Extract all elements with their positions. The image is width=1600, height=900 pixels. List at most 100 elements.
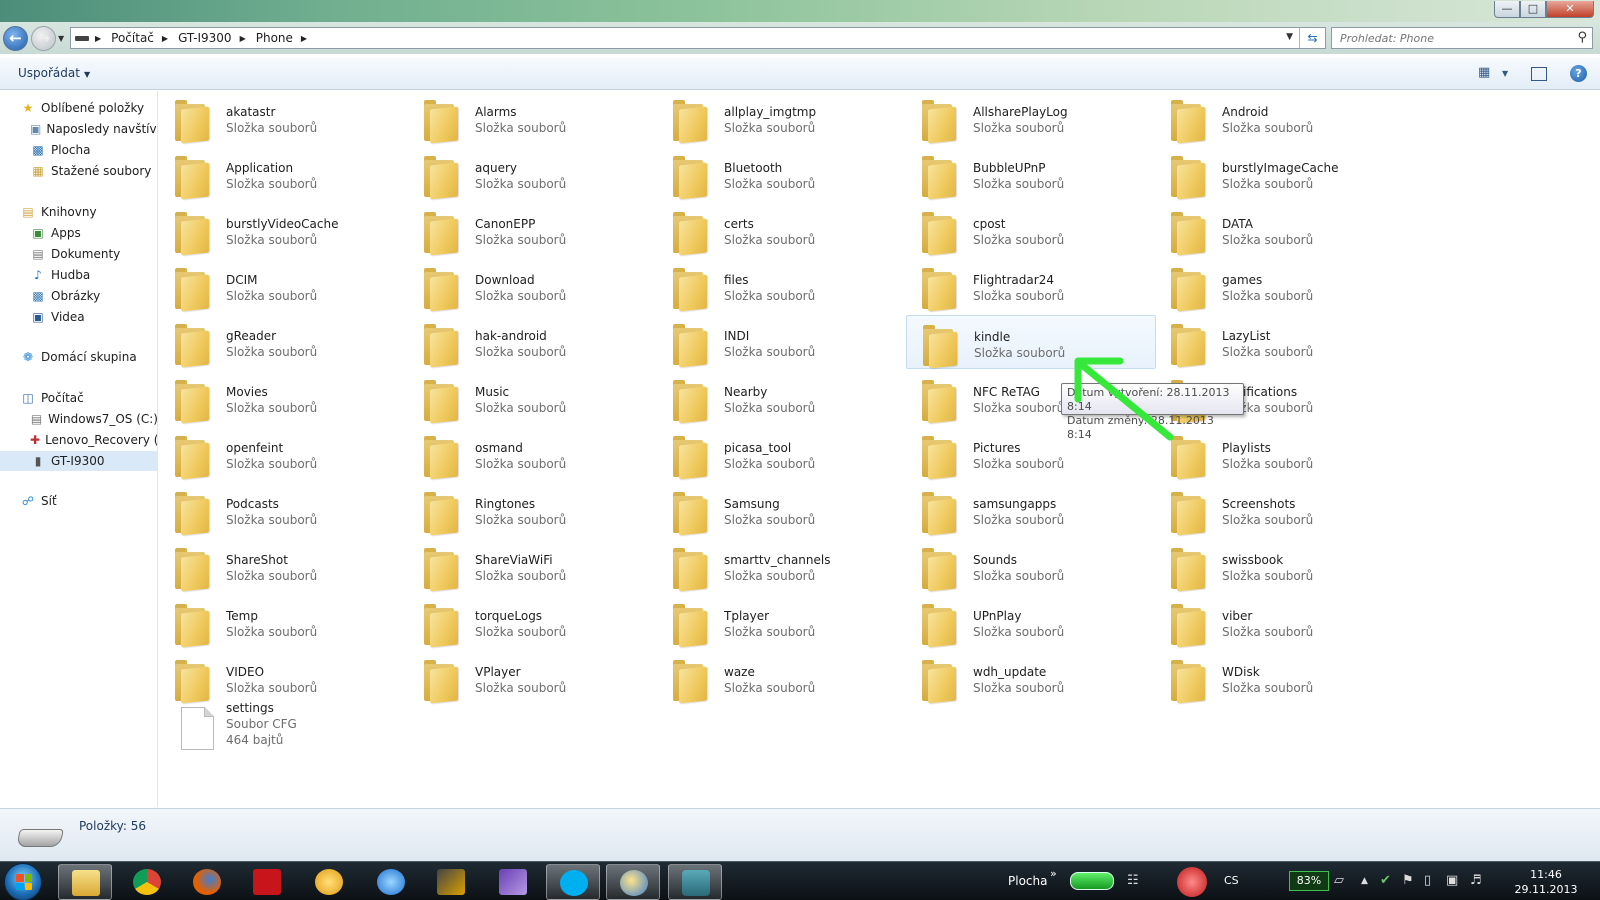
folder-item[interactable]: hak-android Složka souborů — [408, 315, 658, 369]
back-button[interactable]: ← — [3, 26, 28, 51]
desktop-toolbar-label[interactable]: Plocha — [1008, 874, 1047, 888]
folder-item[interactable]: ShareViaWiFi Složka souborů — [408, 539, 658, 593]
start-button[interactable] — [4, 863, 42, 900]
nav-recent-places[interactable]: ▣Naposledy navštívené — [0, 119, 157, 139]
taskbar-itunes[interactable] — [364, 864, 418, 900]
nav-downloads[interactable]: ▦ Stažené soubory — [0, 161, 157, 181]
search-icon[interactable]: ⚲ — [1577, 30, 1587, 45]
taskbar-explorer[interactable] — [58, 864, 112, 900]
security-icon[interactable]: ✔ — [1380, 873, 1391, 888]
folder-item[interactable]: games Složka souborů — [1155, 259, 1405, 313]
folder-item[interactable]: gReader Složka souborů — [159, 315, 409, 369]
clock[interactable]: 11:46 29.11.2013 — [1511, 867, 1581, 897]
breadcrumb-separator-icon[interactable]: ▶ — [162, 34, 168, 43]
organize-button[interactable]: Uspořádat ▼ — [18, 66, 90, 80]
nav-desktop[interactable]: ▩ Plocha — [0, 140, 157, 160]
folder-item[interactable]: viber Složka souborů — [1155, 595, 1405, 649]
folder-item[interactable]: DATA Složka souborů — [1155, 203, 1405, 257]
folder-item[interactable]: ShareShot Složka souborů — [159, 539, 409, 593]
search-input[interactable] — [1332, 28, 1562, 48]
maximize-button[interactable]: □ — [1520, 1, 1546, 18]
taskbar-chrome[interactable] — [120, 864, 174, 900]
folder-item[interactable]: burstlyVideoCache Složka souborů — [159, 203, 409, 257]
nav-pictures[interactable]: ▩ Obrázky — [0, 286, 157, 306]
taskbar-winamp[interactable] — [424, 864, 478, 900]
nav-computer[interactable]: ◫ Počítač — [0, 388, 157, 408]
folder-item[interactable]: swissbook Složka souborů — [1155, 539, 1405, 593]
nav-homegroup[interactable]: ❁ Domácí skupina — [0, 347, 157, 367]
nav-music[interactable]: ♪ Hudba — [0, 265, 157, 285]
taskbar-skype[interactable] — [546, 864, 600, 900]
change-view-icon[interactable]: ▦ — [1478, 65, 1490, 80]
forward-button[interactable]: → — [31, 26, 56, 51]
folder-item[interactable]: allplay_imgtmp Složka souborů — [657, 91, 907, 145]
nav-libraries[interactable]: ▤ Knihovny — [0, 202, 157, 222]
folder-item[interactable]: files Složka souborů — [657, 259, 907, 313]
nav-network[interactable]: ☍ Síť — [0, 491, 157, 511]
taskbar-app-globe[interactable] — [606, 864, 660, 900]
folder-item[interactable]: burstlyImageCache Složka souborů — [1155, 147, 1405, 201]
battery-percent[interactable]: 83% — [1289, 871, 1329, 891]
folder-item[interactable]: Ringtones Složka souborů — [408, 483, 658, 537]
help-icon[interactable]: ? — [1570, 65, 1587, 82]
toolbar-chevron-icon[interactable]: » — [1050, 867, 1057, 880]
volume-icon[interactable]: ♬ — [1470, 873, 1482, 888]
folder-item[interactable]: picasa_tool Složka souborů — [657, 427, 907, 481]
folder-item[interactable]: Alarms Složka souborů — [408, 91, 658, 145]
folder-item[interactable]: INDI Složka souborů — [657, 315, 907, 369]
folder-item[interactable]: AllsharePlayLog Složka souborů — [906, 91, 1156, 145]
language-indicator[interactable]: CS — [1224, 874, 1239, 887]
folder-item[interactable]: osmand Složka souborů — [408, 427, 658, 481]
nav-favorites[interactable]: ★ Oblíbené položky — [0, 98, 157, 118]
folder-item[interactable]: DCIM Složka souborů — [159, 259, 409, 313]
breadcrumb-separator-icon[interactable]: ▶ — [95, 34, 101, 43]
folder-item[interactable]: kindle Složka souborů — [906, 315, 1156, 369]
nav-recovery[interactable]: ✚ Lenovo_Recovery (C — [0, 430, 157, 450]
nav-apps[interactable]: ▣ Apps — [0, 223, 157, 243]
folder-item[interactable]: BubbleUPnP Složka souborů — [906, 147, 1156, 201]
address-bar[interactable]: ▶ Počítač ▶ GT-I9300 ▶ Phone ▶ ▼ ⇆ — [70, 27, 1326, 49]
close-button[interactable]: ✕ — [1546, 1, 1594, 18]
folder-item[interactable]: Podcasts Složka souborů — [159, 483, 409, 537]
taskbar-app-yellow[interactable] — [302, 864, 356, 900]
folder-item[interactable]: waze Složka souborů — [657, 651, 907, 705]
folder-item[interactable]: Tplayer Složka souborů — [657, 595, 907, 649]
search-box[interactable]: ⚲ — [1331, 27, 1593, 49]
refresh-icon[interactable]: ⇆ — [1299, 28, 1325, 48]
folder-item[interactable]: UPnPlay Složka souborů — [906, 595, 1156, 649]
tray-app-icon[interactable] — [1177, 867, 1207, 897]
folder-item[interactable]: LazyList Složka souborů — [1155, 315, 1405, 369]
breadcrumb-phone[interactable]: Phone — [256, 31, 293, 45]
show-hidden-icons[interactable]: ▲ — [1361, 876, 1368, 886]
nav-documents[interactable]: ▤ Dokumenty — [0, 244, 157, 264]
folder-item[interactable]: Android Složka souborů — [1155, 91, 1405, 145]
network-tray-icon[interactable]: ☷ — [1127, 873, 1139, 888]
folder-item[interactable]: Samsung Složka souborů — [657, 483, 907, 537]
folder-item[interactable]: Download Složka souborů — [408, 259, 658, 313]
folder-item[interactable]: VPlayer Složka souborů — [408, 651, 658, 705]
folder-item[interactable]: Screenshots Složka souborů — [1155, 483, 1405, 537]
folder-item[interactable]: smarttv_channels Složka souborů — [657, 539, 907, 593]
power-icon[interactable]: ▱ — [1334, 873, 1344, 888]
network-connection-icon[interactable]: ▣ — [1446, 873, 1458, 888]
breadcrumb-computer[interactable]: Počítač — [111, 31, 154, 45]
taskbar-app-teal[interactable] — [668, 864, 722, 900]
folder-item[interactable]: torqueLogs Složka souborů — [408, 595, 658, 649]
device-tray-icon[interactable]: ▯ — [1424, 873, 1431, 888]
taskbar-visual-studio[interactable] — [486, 864, 540, 900]
folder-item[interactable]: aquery Složka souborů — [408, 147, 658, 201]
breadcrumb-separator-icon[interactable]: ▶ — [240, 34, 246, 43]
folder-item[interactable]: CanonEPP Složka souborů — [408, 203, 658, 257]
taskbar-firefox[interactable] — [180, 864, 234, 900]
folder-item[interactable]: WDisk Složka souborů — [1155, 651, 1405, 705]
view-dropdown-icon[interactable]: ▼ — [1502, 69, 1508, 78]
taskbar-acrobat[interactable] — [240, 864, 294, 900]
breadcrumb-separator-icon[interactable]: ▶ — [301, 34, 307, 43]
file-settings[interactable]: settings Soubor CFG 464 bajtů — [159, 697, 409, 753]
nav-drive-c[interactable]: ▤ Windows7_OS (C:) — [0, 409, 157, 429]
breadcrumb-device[interactable]: GT-I9300 — [178, 31, 232, 45]
folder-item[interactable]: akatastr Složka souborů — [159, 91, 409, 145]
folder-item[interactable]: Bluetooth Složka souborů — [657, 147, 907, 201]
address-dropdown-icon[interactable]: ▼ — [1286, 32, 1293, 42]
folder-item[interactable]: Temp Složka souborů — [159, 595, 409, 649]
